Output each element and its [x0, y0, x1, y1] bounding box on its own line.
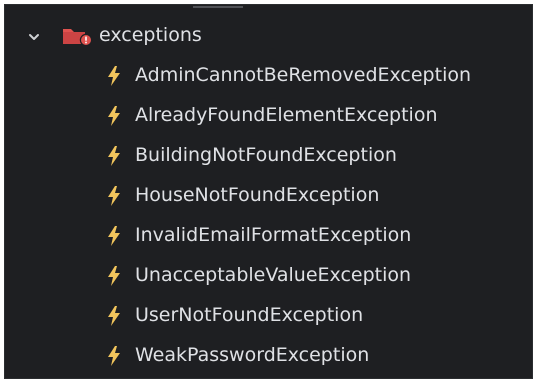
tree-item-label: AlreadyFoundElementException — [135, 104, 438, 126]
lightning-bolt-icon — [108, 146, 120, 166]
tree-item-UserNotFoundException[interactable]: UserNotFoundException — [5, 301, 532, 331]
chevron-down-icon[interactable] — [27, 30, 41, 44]
tree-item-label: AdminCannotBeRemovedException — [135, 64, 472, 86]
folder-label: exceptions — [99, 24, 202, 46]
lightning-bolt-icon — [108, 186, 120, 206]
tree-item-AdminCannotBeRemovedException[interactable]: AdminCannotBeRemovedException — [5, 61, 532, 91]
tree-item-label: HouseNotFoundException — [135, 184, 380, 206]
lightning-bolt-icon — [108, 346, 120, 366]
tree-item-label: BuildingNotFoundException — [135, 144, 397, 166]
clipped-parent-item — [193, 5, 243, 8]
lightning-bolt-icon — [108, 226, 120, 246]
lightning-bolt-icon — [108, 266, 120, 286]
tree-item-label: WeakPasswordException — [135, 344, 370, 366]
project-tree-panel: exceptions AdminCannotBeRemovedException… — [4, 4, 533, 379]
tree-item-InvalidEmailFormatException[interactable]: InvalidEmailFormatException — [5, 221, 532, 251]
tree-item-AlreadyFoundElementException[interactable]: AlreadyFoundElementException — [5, 101, 532, 131]
tree-item-UnacceptableValueException[interactable]: UnacceptableValueException — [5, 261, 532, 291]
lightning-bolt-icon — [108, 66, 120, 86]
tree-item-label: InvalidEmailFormatException — [135, 224, 412, 246]
lightning-bolt-icon — [108, 306, 120, 326]
tree-item-label: UserNotFoundException — [135, 304, 364, 326]
tree-item-BuildingNotFoundException[interactable]: BuildingNotFoundException — [5, 141, 532, 171]
tree-folder-exceptions[interactable]: exceptions — [5, 21, 532, 51]
tree-item-label: UnacceptableValueException — [135, 264, 412, 286]
tree-item-WeakPasswordException[interactable]: WeakPasswordException — [5, 341, 532, 371]
lightning-bolt-icon — [108, 106, 120, 126]
folder-error-icon — [63, 29, 93, 46]
tree-item-HouseNotFoundException[interactable]: HouseNotFoundException — [5, 181, 532, 211]
